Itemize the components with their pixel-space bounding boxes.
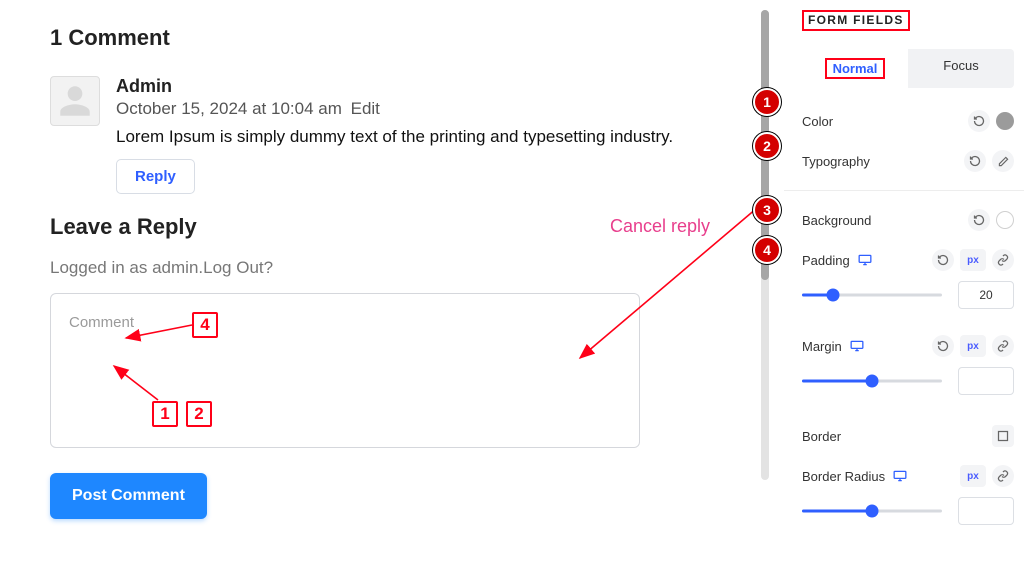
margin-slider-row xyxy=(802,367,1014,395)
padding-slider-row: 20 xyxy=(802,281,1014,309)
annotation-badge-4: 4 xyxy=(753,236,781,264)
reset-icon[interactable] xyxy=(968,209,990,231)
user-icon xyxy=(57,83,93,119)
section-title: FORM FIELDS xyxy=(808,13,904,27)
post-comment-button[interactable]: Post Comment xyxy=(50,473,207,519)
prop-background: Background xyxy=(802,209,1014,231)
leave-reply-title: Leave a Reply xyxy=(50,214,197,240)
annotation-badge-3: 3 xyxy=(753,196,781,224)
tab-normal-label: Normal xyxy=(825,58,886,79)
background-label: Background xyxy=(802,213,871,228)
pencil-icon[interactable] xyxy=(992,150,1014,172)
typography-label: Typography xyxy=(802,154,870,169)
prop-typography: Typography xyxy=(802,150,1014,172)
reset-icon[interactable] xyxy=(932,335,954,357)
cancel-reply-link[interactable]: Cancel reply xyxy=(610,216,710,237)
comment-author: Admin xyxy=(116,76,710,97)
comments-count-title: 1 Comment xyxy=(50,25,710,51)
border-radius-slider-row xyxy=(802,497,1014,525)
background-swatch[interactable] xyxy=(996,211,1014,229)
border-radius-value[interactable] xyxy=(958,497,1014,525)
link-icon[interactable] xyxy=(992,335,1014,357)
unit-px[interactable]: px xyxy=(960,249,986,271)
logged-in-prefix: Logged in as xyxy=(50,258,152,277)
section-title-highlight: FORM FIELDS xyxy=(802,10,910,31)
comment-date: October 15, 2024 at 10:04 am xyxy=(116,99,342,118)
comment-text: Lorem Ipsum is simply dummy text of the … xyxy=(116,125,710,149)
desktop-icon[interactable] xyxy=(893,470,907,482)
reset-icon[interactable] xyxy=(932,249,954,271)
preview-pane: 1 Comment Admin October 15, 2024 at 10:0… xyxy=(0,0,760,581)
reset-icon[interactable] xyxy=(968,110,990,132)
link-icon[interactable] xyxy=(992,465,1014,487)
margin-value[interactable] xyxy=(958,367,1014,395)
divider xyxy=(784,190,1024,191)
comment-meta: October 15, 2024 at 10:04 am Edit xyxy=(116,99,710,119)
link-icon[interactable] xyxy=(992,249,1014,271)
desktop-icon[interactable] xyxy=(850,340,864,352)
unit-px[interactable]: px xyxy=(960,335,986,357)
annotation-badge-2: 2 xyxy=(753,132,781,160)
comment-body: Admin October 15, 2024 at 10:04 am Edit … xyxy=(116,76,710,194)
slider-thumb[interactable] xyxy=(826,289,839,302)
prop-border: Border xyxy=(802,425,1014,447)
prop-color: Color xyxy=(802,110,1014,132)
tab-normal[interactable]: Normal xyxy=(802,49,908,88)
slider-thumb[interactable] xyxy=(866,375,879,388)
tab-focus[interactable]: Focus xyxy=(908,49,1014,88)
avatar xyxy=(50,76,100,126)
border-edit-icon[interactable] xyxy=(992,425,1014,447)
margin-label: Margin xyxy=(802,339,842,354)
comment-item: Admin October 15, 2024 at 10:04 am Edit … xyxy=(50,76,710,194)
prop-margin: Margin px xyxy=(802,335,1014,357)
padding-label: Padding xyxy=(802,253,850,268)
padding-value[interactable]: 20 xyxy=(958,281,1014,309)
color-swatch[interactable] xyxy=(996,112,1014,130)
logged-in-user: admin xyxy=(152,258,198,277)
comment-textarea[interactable] xyxy=(50,293,640,448)
reset-icon[interactable] xyxy=(964,150,986,172)
prop-padding: Padding px xyxy=(802,249,1014,271)
desktop-icon[interactable] xyxy=(858,254,872,266)
slider-thumb[interactable] xyxy=(866,505,879,518)
comment-edit-link[interactable]: Edit xyxy=(351,99,380,118)
border-radius-label: Border Radius xyxy=(802,469,885,484)
prop-border-radius: Border Radius px xyxy=(802,465,1014,487)
logged-in-text: Logged in as admin.Log Out? xyxy=(50,258,710,278)
unit-px[interactable]: px xyxy=(960,465,986,487)
border-radius-slider[interactable] xyxy=(802,501,942,521)
reply-button[interactable]: Reply xyxy=(116,159,195,194)
border-label: Border xyxy=(802,429,841,444)
annotation-badge-1: 1 xyxy=(753,88,781,116)
state-tabs: Normal Focus xyxy=(802,49,1014,88)
margin-slider[interactable] xyxy=(802,371,942,391)
logged-in-suffix[interactable]: .Log Out? xyxy=(198,258,273,277)
color-label: Color xyxy=(802,114,833,129)
inspector-panel: FORM FIELDS Normal Focus Color Typograph… xyxy=(784,0,1024,581)
padding-slider[interactable] xyxy=(802,285,942,305)
